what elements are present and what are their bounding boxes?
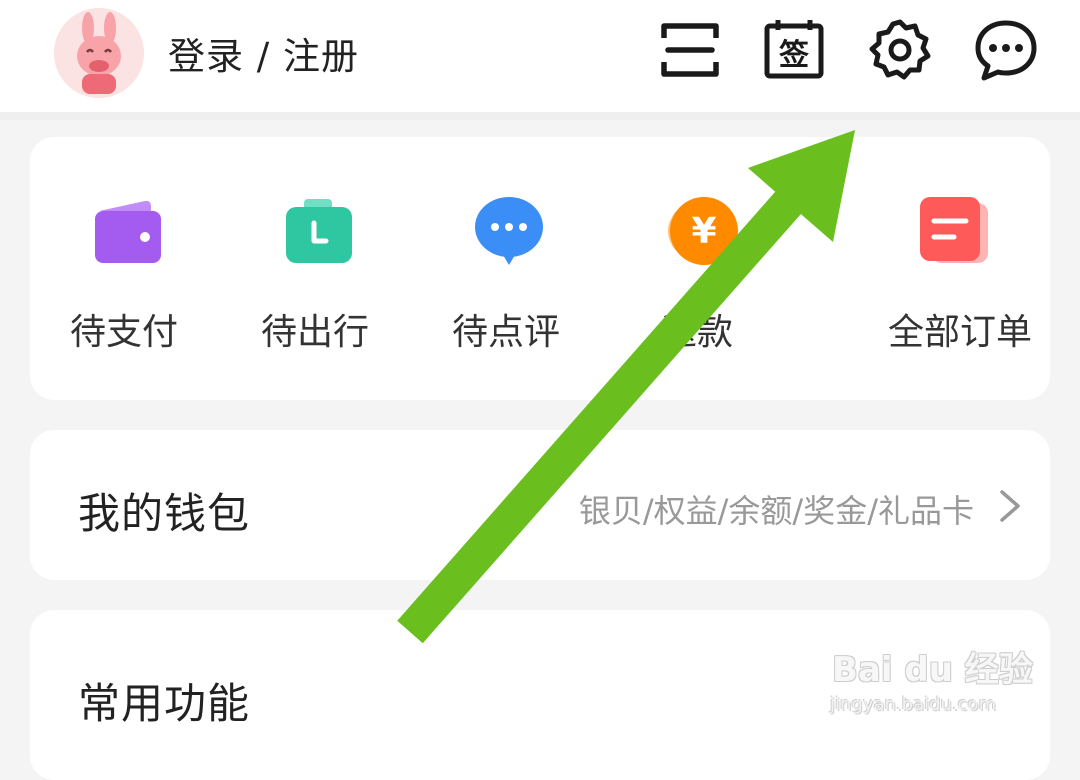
wallet-card[interactable]: 我的钱包 银贝/权益/余额/奖金/礼品卡 xyxy=(30,430,1050,580)
orders-card: 待支付 待出行 待点评 ¥ 退款 全部订单 xyxy=(30,137,1050,400)
rabbit-avatar-icon xyxy=(54,8,144,98)
order-refund[interactable]: ¥ 退款 xyxy=(617,187,777,357)
order-pending-payment-label: 待支付 xyxy=(69,312,178,353)
watermark-url: jingyan.baidu.com xyxy=(830,694,997,715)
order-pending-payment[interactable]: 待支付 xyxy=(44,187,204,357)
wallet-icon xyxy=(89,193,165,269)
order-list-icon xyxy=(916,193,992,269)
order-pending-review-label: 待点评 xyxy=(451,312,560,353)
order-pending-review[interactable]: 待点评 xyxy=(426,187,586,357)
baidu-watermark: Bai du 经验 jingyan.baidu.com xyxy=(828,622,1033,722)
refund-icon: ¥ xyxy=(662,193,738,269)
sign-in-icon[interactable]: 签 xyxy=(762,18,826,82)
briefcase-icon xyxy=(280,193,356,269)
comment-icon xyxy=(471,193,547,269)
refund-glyph: ¥ xyxy=(691,211,716,252)
login-register-link[interactable]: 登录 / 注册 xyxy=(168,26,359,80)
message-icon[interactable] xyxy=(974,18,1038,82)
avatar[interactable] xyxy=(54,8,144,98)
order-pending-travel-label: 待出行 xyxy=(260,312,369,353)
order-refund-label: 退款 xyxy=(660,312,733,353)
order-all[interactable]: 全部订单 xyxy=(870,187,1050,357)
chevron-right-icon[interactable] xyxy=(998,490,1022,522)
settings-icon[interactable] xyxy=(868,18,932,82)
sign-glyph: 签 xyxy=(779,38,809,73)
scan-icon[interactable] xyxy=(658,18,722,82)
header-divider xyxy=(0,112,1080,120)
wallet-title: 我的钱包 xyxy=(78,489,251,538)
order-pending-travel[interactable]: 待出行 xyxy=(235,187,395,357)
top-bar: 登录 / 注册 签 xyxy=(0,0,1080,112)
wallet-subtitle: 银贝/权益/余额/奖金/礼品卡 xyxy=(578,492,974,530)
watermark-brand: Bai du 经验 xyxy=(832,650,1033,690)
common-functions-title: 常用功能 xyxy=(78,679,251,728)
order-all-label: 全部订单 xyxy=(887,312,1032,353)
